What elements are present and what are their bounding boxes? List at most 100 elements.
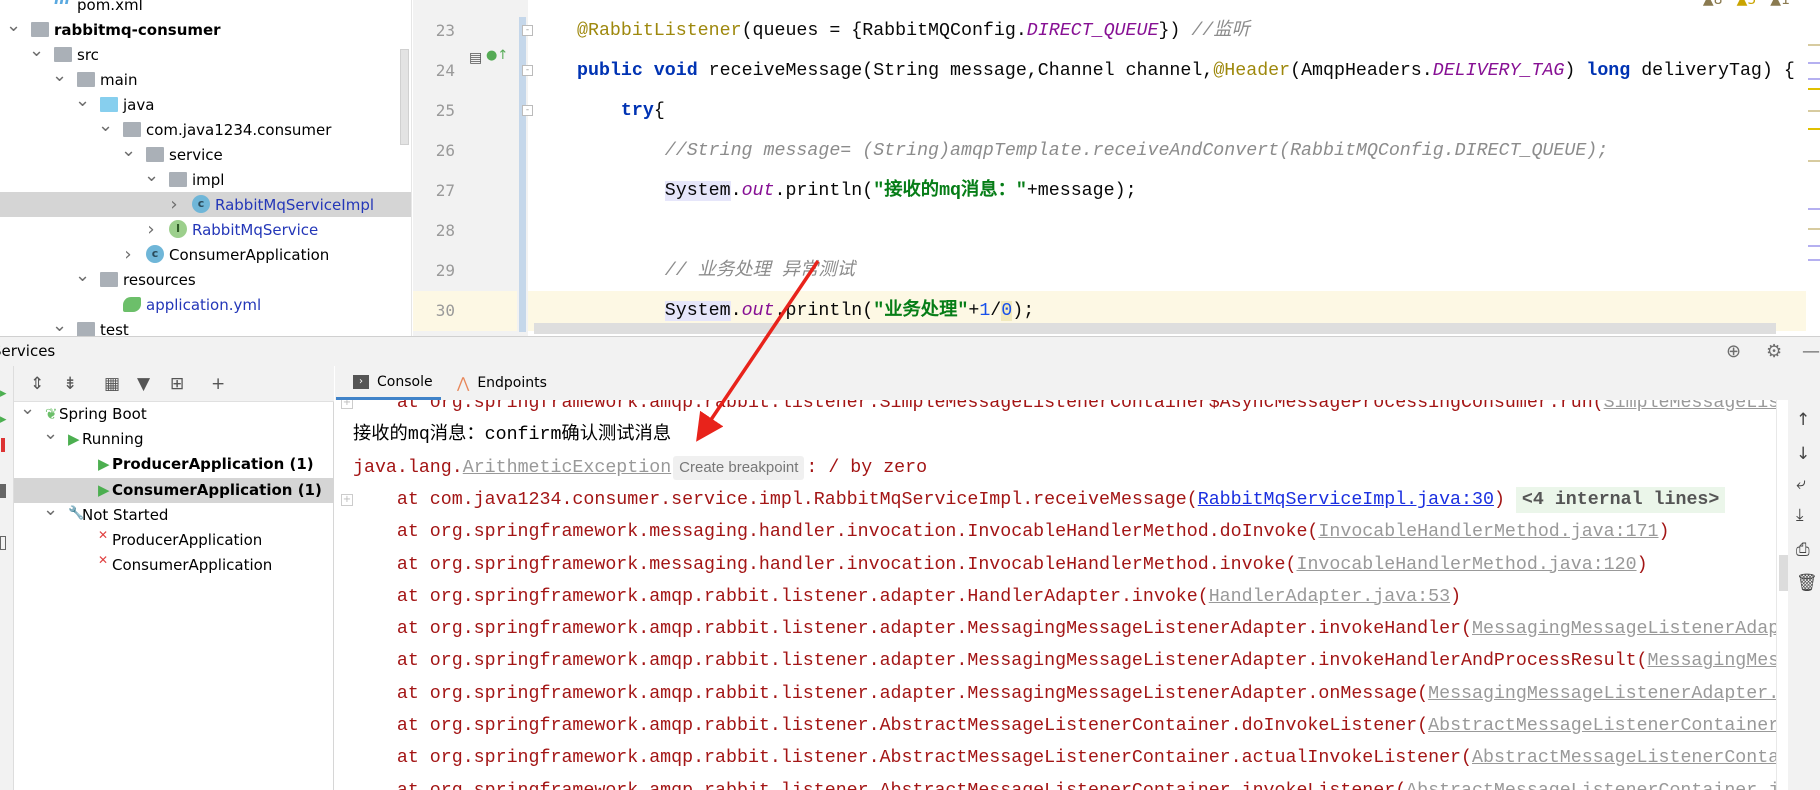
chevron-down-icon[interactable]: ⌄ bbox=[52, 65, 67, 86]
marker[interactable] bbox=[1808, 110, 1820, 112]
expand-all-icon[interactable]: ⇕ bbox=[30, 374, 44, 394]
implementing-method-icon[interactable]: ▤ bbox=[469, 50, 482, 66]
marker[interactable] bbox=[1808, 62, 1820, 64]
implements-interface-icon[interactable]: ●↑ bbox=[486, 48, 508, 63]
service-item-producerapplication-1-[interactable]: ▶ ProducerApplication (1) bbox=[14, 452, 334, 477]
tree-item-test[interactable]: ⌄ test bbox=[0, 315, 411, 336]
fold-marker-icon[interactable]: - bbox=[522, 65, 533, 76]
marker[interactable] bbox=[1808, 128, 1820, 130]
tree-item-src[interactable]: ⌄ src bbox=[0, 40, 411, 67]
chevron-right-icon[interactable]: › bbox=[121, 244, 135, 265]
code-line[interactable]: @Override bbox=[577, 0, 676, 11]
code-line[interactable]: public void receiveMessage(String messag… bbox=[577, 51, 1795, 91]
source-link[interactable]: MessagingMessageListenerAdapter.java bbox=[1428, 684, 1776, 704]
tree-item-rabbitmqserviceimpl[interactable]: › c RabbitMqServiceImpl bbox=[0, 192, 411, 217]
source-link[interactable]: AbstractMessageListenerContainer.java bbox=[1472, 748, 1776, 768]
new-tab-icon[interactable]: ⊞ bbox=[170, 374, 184, 394]
window-icon[interactable] bbox=[0, 536, 6, 550]
source-link[interactable]: RabbitMqServiceImpl.java:30 bbox=[1198, 490, 1494, 510]
marker[interactable] bbox=[1808, 228, 1820, 230]
chevron-down-icon[interactable]: ⌄ bbox=[6, 15, 21, 36]
locate-icon[interactable]: ⊕ bbox=[1726, 341, 1741, 362]
marker[interactable] bbox=[1808, 78, 1820, 80]
chevron-down-icon[interactable]: ⌄ bbox=[144, 165, 159, 186]
chevron-right-icon[interactable]: › bbox=[167, 194, 181, 215]
code-line[interactable]: @RabbitListener(queues = {RabbitMQConfig… bbox=[577, 11, 1250, 51]
code-line[interactable]: // 业务处理 异常测试 bbox=[577, 251, 855, 291]
scroll-to-end-icon[interactable]: ⤓ bbox=[1796, 505, 1804, 525]
tree-item-rabbitmq-consumer[interactable]: ⌄ rabbitmq-consumer bbox=[0, 15, 411, 42]
chevron-down-icon[interactable]: ⌄ bbox=[29, 40, 44, 61]
line-number[interactable]: 23 bbox=[413, 11, 455, 51]
service-item-consumerapplication-1-[interactable]: ▶ ConsumerApplication (1) bbox=[14, 477, 334, 503]
inspection-widget[interactable]: ▲8 ▲5 ▲1 bbox=[1703, 0, 1790, 8]
code-line[interactable]: System.out.println("接收的mq消息："+message); bbox=[577, 171, 1137, 211]
create-breakpoint-tooltip[interactable]: Create breakpoint bbox=[673, 455, 805, 480]
editor-horizontal-scrollbar[interactable] bbox=[534, 323, 1776, 334]
rerun-icon[interactable]: ▸ bbox=[0, 386, 7, 401]
chevron-down-icon[interactable]: ⌄ bbox=[20, 398, 35, 419]
line-number[interactable]: 28 bbox=[413, 211, 455, 251]
line-number[interactable]: 30 bbox=[413, 291, 455, 331]
tree-item-main[interactable]: ⌄ main bbox=[0, 65, 411, 92]
chevron-down-icon[interactable]: ⌄ bbox=[43, 499, 58, 520]
source-link[interactable]: SimpleMessageListenerContainer.java bbox=[1604, 400, 1776, 413]
marker[interactable] bbox=[1808, 88, 1820, 90]
chevron-down-icon[interactable]: ⌄ bbox=[43, 423, 58, 444]
chevron-right-icon[interactable]: › bbox=[144, 219, 158, 240]
up-arrow-icon[interactable]: ↑ bbox=[1796, 410, 1810, 430]
line-number[interactable]: 29 bbox=[413, 251, 455, 291]
service-item-consumerapplication[interactable]: ✕ ConsumerApplication bbox=[14, 553, 334, 578]
down-arrow-icon[interactable]: ↓ bbox=[1796, 444, 1810, 464]
editor-error-stripe[interactable] bbox=[1806, 0, 1820, 336]
line-number[interactable]: 24 bbox=[413, 51, 455, 91]
layout-icon[interactable] bbox=[0, 484, 6, 498]
chevron-down-icon[interactable]: ⌄ bbox=[98, 115, 113, 136]
line-number[interactable]: 25 bbox=[413, 91, 455, 131]
stop-icon[interactable] bbox=[1, 438, 5, 452]
tree-item-resources[interactable]: ⌄ resources bbox=[0, 265, 411, 292]
source-link[interactable]: AbstractMessageListenerContainer.java bbox=[1428, 716, 1776, 736]
marker[interactable] bbox=[1808, 44, 1820, 46]
code-line[interactable]: try{ bbox=[577, 91, 665, 131]
marker[interactable] bbox=[1808, 208, 1820, 210]
line-number[interactable]: 26 bbox=[413, 131, 455, 171]
tree-item-pom-xml[interactable]: m pom.xml bbox=[0, 0, 411, 17]
source-link[interactable]: MessagingMessageListenerAdapter.java bbox=[1472, 619, 1776, 639]
chevron-down-icon[interactable]: ⌄ bbox=[121, 140, 136, 161]
code-line[interactable]: //String message= (String)amqpTemplate.r… bbox=[577, 131, 1608, 171]
chevron-down-icon[interactable]: ⌄ bbox=[75, 90, 90, 111]
scrollbar-thumb[interactable] bbox=[1779, 555, 1788, 591]
group-by-icon[interactable]: ▦ bbox=[104, 374, 120, 394]
code-editor[interactable]: 2223242526272829303132 @Override@RabbitL… bbox=[413, 0, 1820, 336]
fold-marker-icon[interactable]: + bbox=[341, 400, 353, 409]
add-service-icon[interactable]: + bbox=[211, 374, 225, 394]
service-item-running[interactable]: ⌄ ▶ Running bbox=[14, 423, 334, 452]
soft-wrap-icon[interactable]: ⤶ bbox=[1796, 474, 1806, 494]
source-link[interactable]: InvocableHandlerMethod.java:171 bbox=[1318, 522, 1658, 542]
marker[interactable] bbox=[1808, 245, 1820, 247]
collapse-all-icon[interactable]: ⇟ bbox=[63, 374, 77, 394]
source-link[interactable]: MessagingMessageListenerAdapter.java bbox=[1648, 651, 1776, 671]
source-link[interactable]: ArithmeticException bbox=[463, 458, 671, 478]
minimize-icon[interactable]: — bbox=[1802, 341, 1820, 362]
fold-marker-icon[interactable]: - bbox=[522, 105, 533, 116]
source-link[interactable]: HandlerAdapter.java:53 bbox=[1209, 587, 1450, 607]
tab-endpoints[interactable]: ⋀ Endpoints bbox=[457, 374, 547, 392]
marker[interactable] bbox=[1808, 259, 1820, 261]
tree-item-application-yml[interactable]: application.yml bbox=[0, 292, 411, 317]
tree-item-service[interactable]: ⌄ service bbox=[0, 140, 411, 167]
tree-item-java[interactable]: ⌄ java bbox=[0, 90, 411, 117]
internal-lines-fold[interactable]: <4 internal lines> bbox=[1515, 486, 1726, 513]
fold-marker-icon[interactable]: + bbox=[341, 493, 353, 506]
services-tree[interactable]: ⌄ ❦ Spring Boot ⌄ ▶ Running ▶ ProducerApplicati… bbox=[14, 398, 334, 790]
console-output[interactable]: + at org.springframework.amqp.rabbit.lis… bbox=[335, 400, 1776, 790]
tree-item-rabbitmqservice[interactable]: › I RabbitMqService bbox=[0, 217, 411, 242]
chevron-down-icon[interactable]: ⌄ bbox=[52, 315, 67, 336]
run-icon[interactable]: ▸ bbox=[0, 412, 7, 427]
project-tree-scrollbar[interactable] bbox=[400, 49, 409, 145]
tab-console[interactable]: › Console bbox=[353, 374, 433, 390]
service-item-not-started[interactable]: ⌄ 🔧 Not Started bbox=[14, 499, 334, 528]
filter-icon[interactable]: ▼ bbox=[137, 374, 150, 394]
print-icon[interactable]: ⎙ bbox=[1796, 540, 1810, 560]
